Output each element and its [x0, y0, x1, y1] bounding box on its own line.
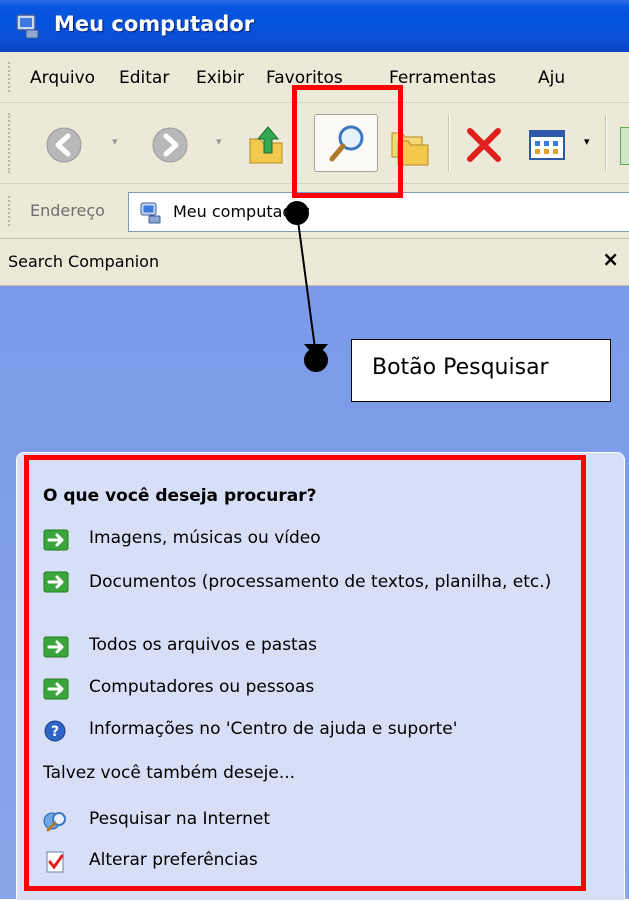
menu-exibir[interactable]: Exibir [196, 68, 244, 88]
address-label: Endereço [30, 201, 105, 220]
search-options-highlight [24, 455, 586, 891]
address-grip [8, 196, 13, 226]
menu-arquivo[interactable]: Arquivo [30, 68, 95, 88]
computer-icon [16, 14, 39, 39]
delete-icon[interactable] [464, 125, 504, 165]
forward-dropdown-icon[interactable]: ▾ [216, 135, 222, 148]
computer-icon [140, 202, 161, 224]
menu-ajuda[interactable]: Aju [538, 68, 565, 88]
search-button-highlight [292, 85, 403, 198]
window-title: Meu computador [54, 12, 255, 36]
address-input[interactable]: Meu computador [128, 192, 629, 232]
search-companion-header: Search Companion × [0, 239, 629, 286]
toolbar-overflow-icon[interactable] [620, 127, 629, 165]
address-value: Meu computador [173, 202, 309, 221]
back-dropdown-icon[interactable]: ▾ [112, 135, 118, 148]
back-icon[interactable] [44, 125, 84, 165]
close-icon[interactable]: × [602, 247, 619, 271]
menu-editar[interactable]: Editar [119, 68, 169, 88]
views-icon[interactable] [528, 129, 568, 163]
menu-ferramentas[interactable]: Ferramentas [389, 68, 496, 88]
menu-grip [8, 62, 13, 92]
annotation-callout: Botão Pesquisar [351, 339, 611, 402]
up-folder-icon[interactable] [246, 123, 288, 167]
title-bar: Meu computador [0, 0, 629, 52]
search-companion-title: Search Companion [8, 252, 160, 271]
toolbar-separator [605, 115, 607, 171]
forward-icon[interactable] [150, 125, 190, 165]
toolbar-separator [448, 115, 450, 171]
toolbar-grip [8, 113, 13, 173]
callout-text: Botão Pesquisar [372, 355, 549, 380]
views-dropdown-icon[interactable]: ▾ [584, 135, 590, 148]
